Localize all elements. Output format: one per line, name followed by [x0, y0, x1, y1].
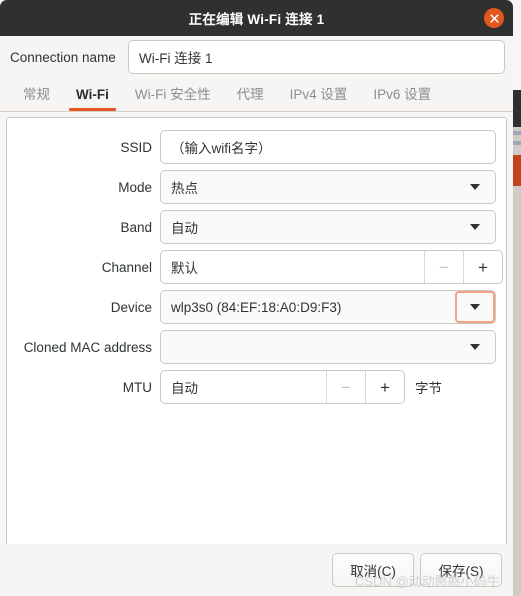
channel-increment-button[interactable]: + — [463, 251, 502, 283]
tab-general[interactable]: 常规 — [10, 87, 63, 111]
connection-name-input[interactable] — [128, 40, 505, 74]
wifi-settings-panel: SSID （输入wifi名字） Mode 热点 Band 自动 Channel … — [6, 117, 507, 554]
ssid-row: SSID （输入wifi名字） — [7, 127, 506, 167]
device-field-wrap: wlp3s0 (84:EF:18:A0:D9:F3) — [160, 290, 496, 324]
background-window-sliver — [513, 0, 521, 596]
mtu-decrement-button[interactable]: − — [326, 371, 365, 403]
chevron-down-icon[interactable] — [455, 331, 495, 363]
band-value: 自动 — [171, 221, 198, 236]
connection-name-label: Connection name — [10, 49, 116, 65]
mode-value: 热点 — [171, 181, 198, 196]
channel-spinbutton[interactable]: 默认 − + — [160, 250, 503, 284]
mtu-field-wrap: 自动 − + 字节 — [160, 370, 496, 404]
mtu-label: MTU — [122, 379, 152, 395]
ssid-field-wrap: （输入wifi名字） — [160, 130, 496, 164]
device-row: Device wlp3s0 (84:EF:18:A0:D9:F3) — [7, 287, 506, 327]
background-window-titlebar — [513, 90, 521, 127]
tab-bar: 常规 Wi-Fi Wi-Fi 安全性 代理 IPv4 设置 IPv6 设置 — [0, 78, 513, 112]
background-window-accent — [513, 155, 521, 186]
channel-decrement-button[interactable]: − — [424, 251, 463, 283]
window-title: 正在编辑 Wi-Fi 连接 1 — [188, 12, 325, 27]
cloned-mac-label: Cloned MAC address — [23, 339, 152, 355]
channel-label: Channel — [101, 259, 152, 275]
band-field-wrap: 自动 — [160, 210, 496, 244]
tab-wifi[interactable]: Wi-Fi — [63, 87, 122, 111]
mode-row: Mode 热点 — [7, 167, 506, 207]
band-label: Band — [120, 219, 152, 235]
mtu-spinbutton[interactable]: 自动 − + — [160, 370, 405, 404]
ssid-value: （输入wifi名字） — [171, 141, 272, 156]
cancel-button[interactable]: 取消(C) — [332, 553, 414, 587]
dialog-action-bar: 取消(C) 保存(S) — [0, 544, 513, 596]
chevron-down-icon[interactable] — [455, 171, 495, 203]
device-value: wlp3s0 (84:EF:18:A0:D9:F3) — [171, 299, 342, 315]
save-button[interactable]: 保存(S) — [420, 553, 502, 587]
ssid-label: SSID — [120, 139, 152, 155]
mtu-value[interactable]: 自动 — [161, 371, 326, 403]
ssid-input[interactable]: （输入wifi名字） — [160, 130, 496, 164]
band-row: Band 自动 — [7, 207, 506, 247]
tab-wifi-security[interactable]: Wi-Fi 安全性 — [122, 87, 224, 111]
chevron-down-icon[interactable] — [455, 211, 495, 243]
mode-combobox[interactable]: 热点 — [160, 170, 496, 204]
tab-proxy[interactable]: 代理 — [224, 87, 277, 111]
cloned-mac-row: Cloned MAC address — [7, 327, 506, 367]
tab-ipv6-settings[interactable]: IPv6 设置 — [360, 87, 444, 111]
mode-label: Mode — [118, 179, 152, 195]
mode-field-wrap: 热点 — [160, 170, 496, 204]
band-combobox[interactable]: 自动 — [160, 210, 496, 244]
cloned-mac-field-wrap — [160, 330, 496, 364]
mtu-increment-button[interactable]: + — [365, 371, 404, 403]
tab-ipv4-settings[interactable]: IPv4 设置 — [277, 87, 361, 111]
channel-value[interactable]: 默认 — [161, 251, 424, 283]
device-combobox[interactable]: wlp3s0 (84:EF:18:A0:D9:F3) — [160, 290, 496, 324]
chevron-down-icon[interactable] — [455, 291, 495, 323]
connection-name-row: Connection name — [0, 36, 513, 78]
channel-field-wrap: 默认 − + — [160, 250, 503, 284]
titlebar: 正在编辑 Wi-Fi 连接 1 — [0, 0, 513, 36]
background-window-rest — [513, 186, 521, 596]
mtu-row: MTU 自动 − + 字节 — [7, 367, 506, 407]
close-icon[interactable] — [484, 8, 504, 28]
cloned-mac-combobox[interactable] — [160, 330, 496, 364]
mtu-unit-label: 字节 — [415, 381, 442, 396]
edit-wifi-connection-dialog: 正在编辑 Wi-Fi 连接 1 Connection name 常规 Wi-Fi… — [0, 0, 513, 596]
background-window-body — [513, 127, 521, 155]
device-label: Device — [110, 299, 152, 315]
channel-row: Channel 默认 − + — [7, 247, 506, 287]
